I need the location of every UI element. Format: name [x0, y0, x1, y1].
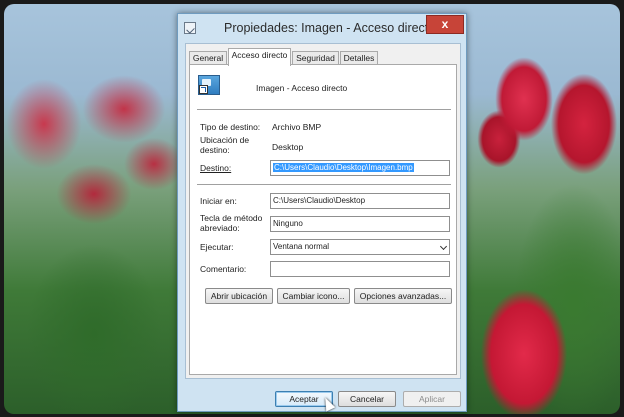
destino-label: Destino:	[200, 163, 231, 173]
opciones-avanzadas-button[interactable]: Opciones avanzadas...	[354, 288, 452, 304]
tab-seguridad[interactable]: Seguridad	[292, 51, 339, 65]
aplicar-button[interactable]: Aplicar	[403, 391, 461, 407]
shortcut-name: Imagen - Acceso directo	[256, 83, 348, 93]
properties-icon	[184, 22, 196, 34]
abrir-ubicacion-button[interactable]: Abrir ubicación	[205, 288, 273, 304]
chevron-down-icon	[439, 242, 448, 251]
tecla-label-line1: Tecla de método	[200, 213, 263, 223]
close-button[interactable]: x	[426, 15, 464, 34]
title-bar[interactable]: Propiedades: Imagen - Acceso directo x	[178, 14, 466, 43]
ejecutar-label: Ejecutar:	[200, 242, 234, 252]
ubicacion-label-line2: destino:	[200, 145, 230, 155]
cancelar-button[interactable]: Cancelar	[338, 391, 396, 407]
iniciar-en-label: Iniciar en:	[200, 196, 237, 206]
properties-dialog: Propiedades: Imagen - Acceso directo x G…	[177, 13, 467, 412]
separator	[197, 184, 451, 185]
tecla-label-line2: abreviado:	[200, 223, 240, 233]
ejecutar-select[interactable]: Ventana normal	[270, 239, 450, 255]
ubicacion-value: Desktop	[272, 142, 304, 152]
tab-general[interactable]: General	[189, 51, 227, 65]
window-title: Propiedades: Imagen - Acceso directo	[224, 21, 436, 35]
dialog-client: General Acceso directo Seguridad Detalle…	[185, 43, 461, 379]
iniciar-en-field[interactable]: C:\Users\Claudio\Desktop	[270, 193, 450, 209]
separator	[197, 109, 451, 110]
destino-label-text: Destino:	[200, 163, 232, 173]
cambiar-icono-button[interactable]: Cambiar icono...	[277, 288, 350, 304]
tipo-destino-value: Archivo BMP	[272, 122, 322, 132]
destino-selected-text: C:\Users\Claudio\Desktop\Imagen.bmp	[273, 163, 414, 172]
shortcut-arrow-icon	[199, 85, 208, 94]
image-shortcut-icon	[198, 75, 220, 95]
tab-acceso-directo[interactable]: Acceso directo	[228, 48, 291, 66]
tecla-metodo-field[interactable]: Ninguno	[270, 216, 450, 232]
tab-detalles[interactable]: Detalles	[340, 51, 378, 65]
comentario-field[interactable]	[270, 261, 450, 277]
ejecutar-value: Ventana normal	[273, 242, 330, 251]
tipo-destino-label: Tipo de destino:	[200, 122, 261, 132]
shortcut-panel: Imagen - Acceso directo Tipo de destino:…	[189, 64, 457, 375]
ubicacion-label-line1: Ubicación de	[200, 135, 250, 145]
destino-field[interactable]: C:\Users\Claudio\Desktop\Imagen.bmp	[270, 160, 450, 176]
comentario-label: Comentario:	[200, 264, 247, 274]
